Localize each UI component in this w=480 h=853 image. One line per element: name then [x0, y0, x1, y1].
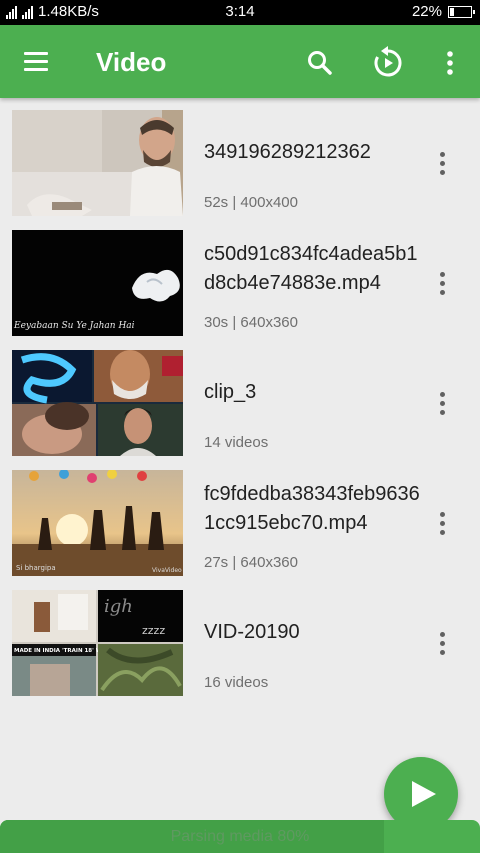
parsing-progress-bar: Parsing media 80% [0, 820, 480, 853]
item-more-icon[interactable] [430, 508, 454, 540]
video-meta: 52s | 400x400 [204, 194, 298, 211]
progress-label: Parsing media 80% [170, 828, 310, 845]
video-name: 349196289212362 [204, 141, 371, 163]
folder-name: clip_3 [204, 381, 257, 403]
folder-meta: 14 videos [204, 434, 269, 451]
item-more-icon[interactable] [430, 628, 454, 660]
clock: 3:14 [225, 3, 255, 20]
search-icon[interactable] [300, 43, 340, 83]
video-thumbnail [12, 110, 183, 216]
thumbnail-caption: Si bhargipa [16, 564, 56, 572]
svg-text:igh: igh [104, 596, 133, 617]
folder-thumbnail [12, 350, 183, 456]
app-bar: Video [0, 25, 480, 98]
video-thumbnail: Si bhargipa VivaVideo [12, 470, 183, 576]
video-meta: 30s | 640x360 [204, 314, 298, 331]
status-bar: 1.48KB/s 3:14 22% [0, 0, 480, 25]
page-title: Video [96, 47, 167, 77]
item-more-icon[interactable] [430, 148, 454, 180]
thumbnail-caption: Eeyabaan Su Ye Jahan Hai [13, 321, 135, 331]
video-meta: 27s | 640x360 [204, 554, 298, 571]
list-item[interactable]: igh zzzz MADE IN INDIA 'TRAIN 18' WILL M… [0, 578, 480, 698]
item-more-icon[interactable] [430, 388, 454, 420]
list-item[interactable]: Si bhargipa VivaVideo fc9fdedba38343feb9… [0, 458, 480, 578]
svg-text:zzzz: zzzz [142, 624, 165, 637]
list-item[interactable]: Eeyabaan Su Ye Jahan Hai c50d91c834fc4ad… [0, 218, 480, 338]
menu-icon[interactable] [20, 49, 54, 75]
video-name: c50d91c834fc4adea5b1d8cb4e74883e.mp4 [204, 243, 418, 294]
list-item[interactable]: 349196289212362 52s | 400x400 [0, 98, 480, 218]
play-icon [412, 781, 436, 807]
folder-name: VID-20190 [204, 621, 300, 643]
thumbnail-watermark: VivaVideo [152, 567, 182, 574]
folder-thumbnail: igh zzzz MADE IN INDIA 'TRAIN 18' WILL M… [12, 590, 183, 696]
replay-icon[interactable] [368, 43, 408, 83]
video-thumbnail: Eeyabaan Su Ye Jahan Hai [12, 230, 183, 336]
list-item[interactable]: clip_3 14 videos [0, 338, 480, 458]
more-vert-icon[interactable] [430, 43, 470, 83]
folder-meta: 16 videos [204, 674, 269, 691]
status-right: 22% [411, 3, 475, 20]
item-more-icon[interactable] [430, 268, 454, 300]
battery-icon [448, 5, 475, 18]
battery-percent: 22% [411, 3, 442, 20]
video-name: fc9fdedba38343feb96361cc915ebc70.mp4 [204, 483, 420, 534]
